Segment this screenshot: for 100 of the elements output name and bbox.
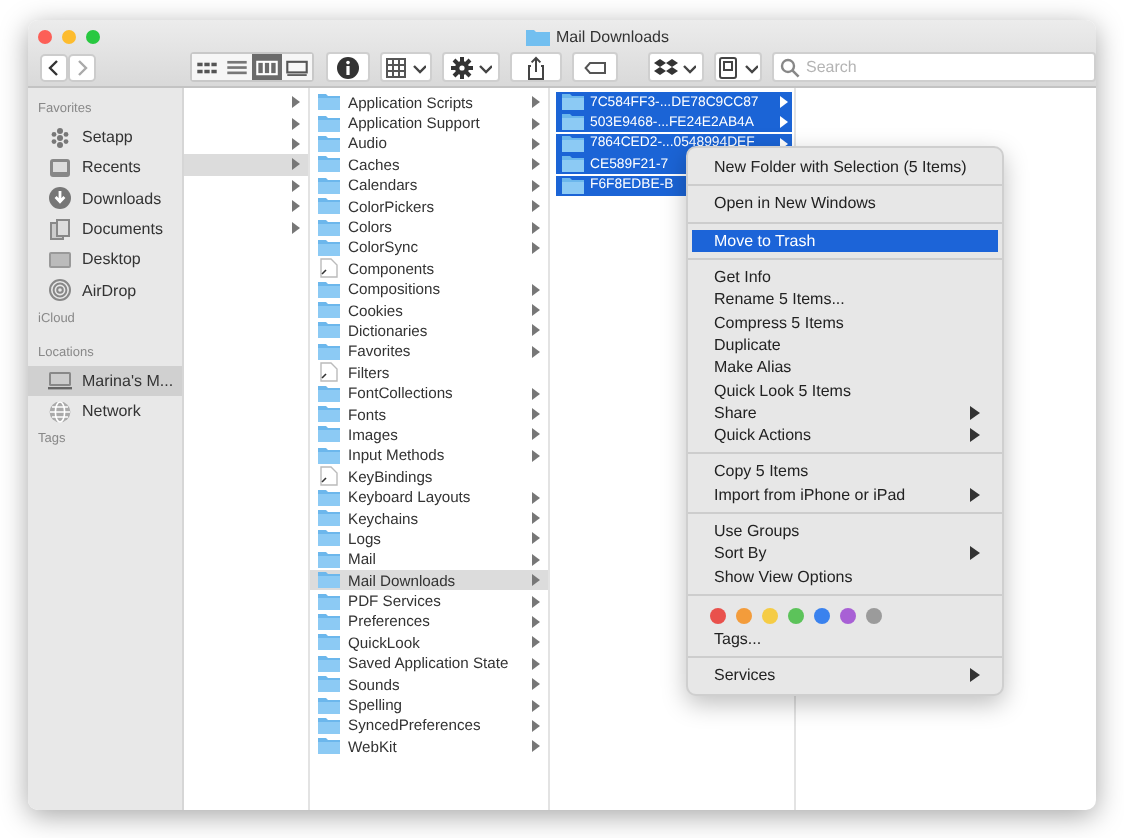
- file-icon: [318, 466, 340, 487]
- globe-icon: [48, 399, 72, 424]
- menu-item[interactable]: Compress 5 Items: [692, 310, 998, 334]
- folder-icon: [562, 154, 584, 175]
- menu-item[interactable]: Move to Trash: [692, 229, 998, 252]
- share-icon: [524, 55, 549, 79]
- action-button[interactable]: [441, 52, 501, 82]
- sidebar-item[interactable]: AirDrop: [28, 274, 182, 306]
- file-icon: [318, 362, 340, 383]
- folder-icon: [318, 175, 340, 196]
- menu-item[interactable]: Duplicate: [692, 333, 998, 357]
- file-icon: [318, 258, 340, 279]
- folder-icon: [318, 341, 340, 362]
- view-mode-button[interactable]: [252, 54, 282, 80]
- menu-item[interactable]: Copy 5 Items: [692, 460, 998, 484]
- menu-item[interactable]: Share: [692, 401, 998, 424]
- menu-item[interactable]: Quick Actions: [692, 423, 998, 447]
- tag-color-dot[interactable]: [840, 607, 856, 624]
- rings-icon: [48, 278, 72, 303]
- sidebar-item[interactable]: Downloads: [28, 183, 182, 214]
- sidebar-label: AirDrop: [82, 281, 137, 300]
- folder-icon: [526, 28, 550, 46]
- view-mode-button[interactable]: [282, 54, 312, 80]
- tag-color-dot[interactable]: [814, 607, 830, 624]
- folder-icon: [562, 112, 584, 133]
- tag-color-dot[interactable]: [710, 607, 726, 624]
- info-button[interactable]: [326, 52, 370, 82]
- tag-color-dot[interactable]: [762, 607, 778, 624]
- menu-item[interactable]: Services: [692, 664, 998, 687]
- menu-item[interactable]: Tags...: [692, 627, 998, 651]
- grid-icon: [384, 55, 409, 79]
- menu-item[interactable]: Rename 5 Items...: [692, 288, 998, 311]
- sidebar-item[interactable]: Recents: [28, 152, 182, 184]
- folder-icon: [318, 217, 340, 238]
- folder-icon: [318, 196, 340, 217]
- dropbox-button[interactable]: [648, 52, 704, 82]
- folder-icon: [318, 404, 340, 425]
- back-button[interactable]: [40, 53, 68, 81]
- folder-icon: [318, 300, 340, 321]
- folder-icon: [318, 320, 340, 341]
- sidebar-label: Marina's M...: [82, 371, 174, 390]
- menu-item[interactable]: Quick Look 5 Items: [692, 378, 998, 402]
- folder-icon: [318, 113, 340, 134]
- info-icon: [335, 55, 360, 79]
- folder-icon: [318, 695, 340, 716]
- tag-color-dot[interactable]: [788, 607, 804, 624]
- menu-item[interactable]: Get Info: [692, 265, 998, 289]
- box-icon: [654, 55, 679, 79]
- menu-item[interactable]: Make Alias: [692, 356, 998, 379]
- folder-icon: [318, 279, 340, 300]
- tag-color-dot[interactable]: [866, 607, 882, 624]
- menu-item[interactable]: Show View Options: [692, 564, 998, 588]
- tag-color-dot[interactable]: [736, 607, 752, 624]
- clock-icon: [48, 155, 72, 180]
- folder-icon: [562, 175, 584, 196]
- sidebar-label: Desktop: [82, 250, 141, 269]
- zoom-button[interactable]: [86, 30, 100, 44]
- search-field[interactable]: Search: [772, 52, 1096, 82]
- view-mode-control[interactable]: [190, 52, 314, 82]
- caret-icon: [742, 59, 759, 75]
- sidebar-item[interactable]: Desktop: [28, 244, 182, 275]
- close-button[interactable]: [38, 30, 52, 44]
- folder-icon: [318, 549, 340, 570]
- folder-icon: [318, 445, 340, 466]
- caret-icon: [680, 59, 697, 75]
- search-icon: [780, 58, 801, 78]
- menu-item[interactable]: Use Groups: [692, 519, 998, 543]
- sidebar-label: Recents: [82, 158, 141, 177]
- menu-item[interactable]: Sort By: [692, 542, 998, 565]
- folder-icon: [318, 674, 340, 695]
- menu-item[interactable]: Open in New Windows: [692, 192, 998, 216]
- folder-icon: [318, 611, 340, 632]
- folder-icon: [318, 92, 340, 113]
- gear-icon: [450, 55, 475, 79]
- view-mode-button[interactable]: [222, 54, 252, 80]
- sidebar-item[interactable]: Documents: [28, 213, 182, 245]
- toolbar-button[interactable]: [713, 52, 763, 82]
- view-mode-button[interactable]: [192, 54, 222, 80]
- folder-icon: [318, 736, 340, 757]
- sidebar-label: Documents: [82, 220, 163, 239]
- sidebar-item[interactable]: Marina's M...: [28, 365, 182, 397]
- share-button[interactable]: [510, 52, 563, 82]
- sidebar-item[interactable]: Setapp: [28, 122, 182, 153]
- group-button[interactable]: [379, 52, 432, 82]
- download-icon: [48, 186, 72, 211]
- tag-button[interactable]: [572, 52, 618, 82]
- folder-icon: [318, 528, 340, 549]
- folder-icon: [318, 715, 340, 736]
- sidebar-item[interactable]: Network: [28, 396, 182, 427]
- folder-icon: [318, 237, 340, 258]
- menu-item[interactable]: Import from iPhone or iPad: [692, 483, 998, 506]
- folder-icon: [318, 632, 340, 653]
- folder-icon: [318, 383, 340, 404]
- folder-icon: [318, 591, 340, 612]
- folder-icon: [562, 92, 584, 112]
- sidebar-label: Downloads: [82, 189, 162, 208]
- caret-icon: [410, 59, 427, 75]
- folder-icon: [318, 154, 340, 175]
- documents-icon: [48, 217, 72, 242]
- folder-icon: [318, 508, 340, 528]
